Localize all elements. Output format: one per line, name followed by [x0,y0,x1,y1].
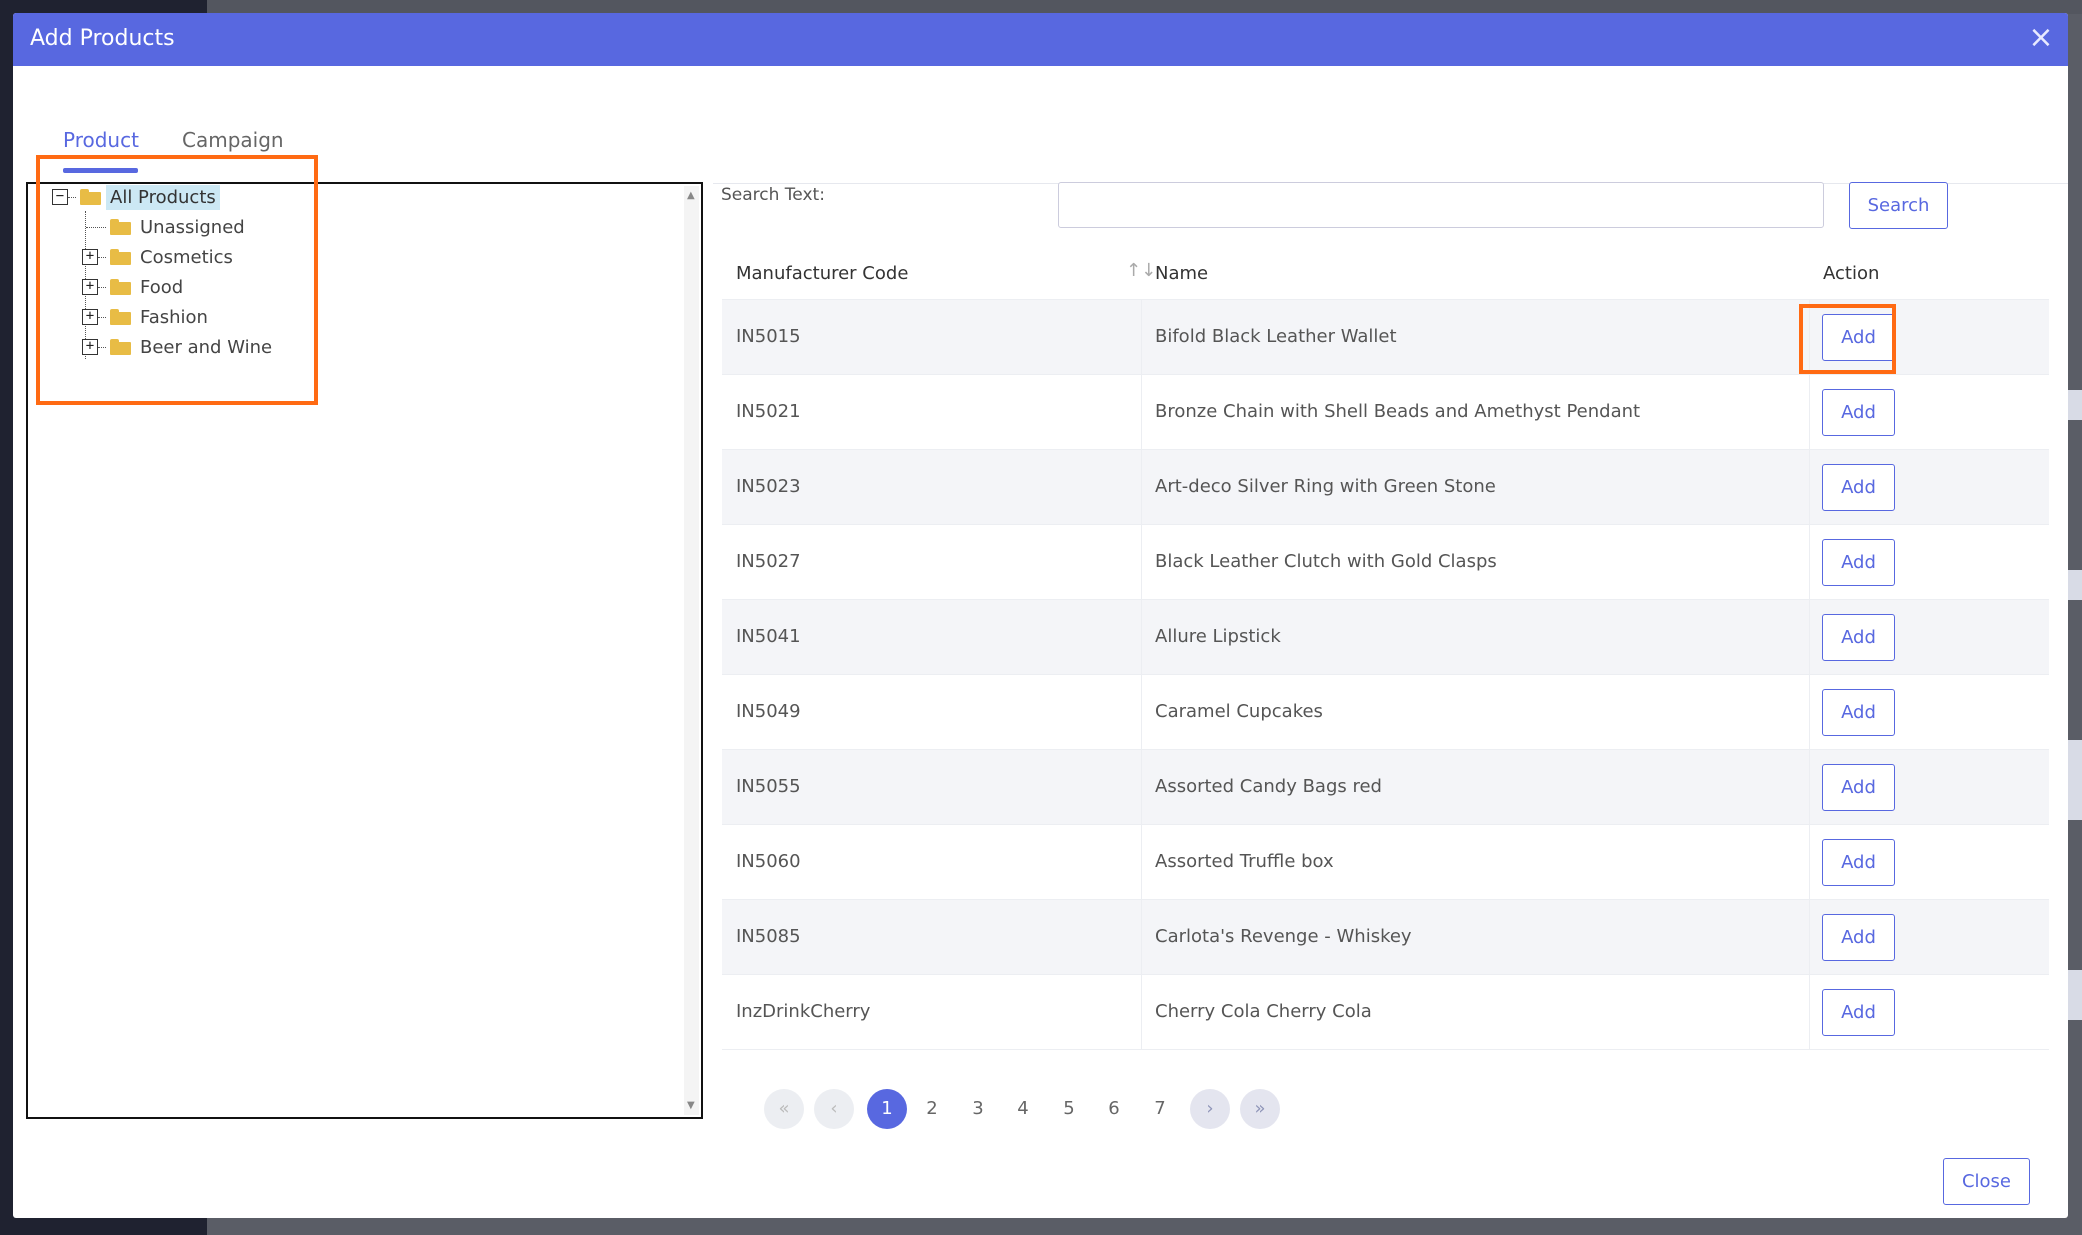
highlight-box-add-button [1799,304,1896,374]
add-products-modal: Add Products × Product Campaign − All Pr… [13,13,2068,1218]
cell-name: Assorted Candy Bags red [1155,776,1382,797]
column-header-name: Name [1155,263,1209,284]
add-button[interactable]: Add [1822,989,1895,1036]
table-row: InzDrinkCherry Cherry Cola Cherry Cola Add [722,975,2049,1050]
table-row: IN5049 Caramel Cupcakes Add [722,675,2049,750]
close-icon[interactable]: × [2028,23,2054,53]
column-divider [1141,750,1142,824]
cell-name: Bronze Chain with Shell Beads and Amethy… [1155,401,1641,422]
search-button[interactable]: Search [1849,182,1948,229]
modal-header: Add Products × [13,13,2068,66]
column-header-manufacturer-code[interactable]: Manufacturer Code [736,263,908,284]
tab-campaign[interactable]: Campaign [182,128,284,152]
first-page-icon[interactable]: « [764,1089,804,1129]
column-divider [1809,900,1810,974]
column-divider [1141,900,1142,974]
cell-manufacturer-code: IN5023 [736,476,801,497]
page-3-button[interactable]: 3 [958,1089,998,1129]
tree-scrollbar[interactable]: ▲ ▼ [684,186,699,1115]
table-row: IN5027 Black Leather Clutch with Gold Cla… [722,525,2049,600]
cell-name: Assorted Truffle box [1155,851,1334,872]
cell-manufacturer-code: IN5041 [736,626,801,647]
column-divider [1809,750,1810,824]
table-row: IN5085 Carlota's Revenge - Whiskey Add [722,900,2049,975]
column-divider [1141,300,1142,374]
search-input[interactable] [1058,182,1824,228]
page-5-button[interactable]: 5 [1049,1089,1089,1129]
cell-manufacturer-code: IN5021 [736,401,801,422]
background-topbar [207,0,2082,14]
column-divider [1141,525,1142,599]
column-divider [1141,450,1142,524]
cell-name: Black Leather Clutch with Gold Clasps [1155,551,1497,572]
cell-manufacturer-code: InzDrinkCherry [736,1001,871,1022]
table-row: IN5021 Bronze Chain with Shell Beads and … [722,375,2049,450]
column-divider [1809,825,1810,899]
add-button[interactable]: Add [1822,539,1895,586]
cell-name: Caramel Cupcakes [1155,701,1323,722]
column-divider [1809,375,1810,449]
search-label: Search Text: [721,185,825,205]
cell-manufacturer-code: IN5085 [736,926,801,947]
cell-name: Bifold Black Leather Wallet [1155,326,1397,347]
page-7-button[interactable]: 7 [1140,1089,1180,1129]
tab-product[interactable]: Product [63,128,139,152]
table-body: IN5015 Bifold Black Leather Wallet Add IN50… [722,300,2049,1050]
column-divider [1141,825,1142,899]
cell-manufacturer-code: IN5049 [736,701,801,722]
column-divider [1141,675,1142,749]
cell-name: Art-deco Silver Ring with Green Stone [1155,476,1496,497]
add-button[interactable]: Add [1822,389,1895,436]
page-6-button[interactable]: 6 [1094,1089,1134,1129]
scroll-up-icon[interactable]: ▲ [687,190,695,201]
column-divider [1809,975,1810,1049]
add-button[interactable]: Add [1822,689,1895,736]
tab-bar: Product Campaign [13,66,2068,184]
sort-icon[interactable]: ↑↓ [1126,260,1156,281]
close-button[interactable]: Close [1943,1158,2030,1205]
cell-manufacturer-code: IN5060 [736,851,801,872]
scroll-down-icon[interactable]: ▼ [687,1100,695,1111]
prev-page-icon[interactable]: ‹ [814,1089,854,1129]
add-button[interactable]: Add [1822,614,1895,661]
add-button[interactable]: Add [1822,914,1895,961]
table-header: Manufacturer Code ↑↓ Name Action [722,246,2049,300]
column-header-action: Action [1823,263,1880,284]
column-divider [1809,675,1810,749]
cell-name: Allure Lipstick [1155,626,1281,647]
page-1-button[interactable]: 1 [867,1089,907,1129]
column-divider [1809,450,1810,524]
add-button[interactable]: Add [1822,764,1895,811]
background-fragment [2068,970,2082,1020]
cell-manufacturer-code: IN5015 [736,326,801,347]
cell-name: Cherry Cola Cherry Cola [1155,1001,1372,1022]
add-button[interactable]: Add [1822,464,1895,511]
cell-manufacturer-code: IN5027 [736,551,801,572]
table-row: IN5023 Art-deco Silver Ring with Green St… [722,450,2049,525]
column-divider [1809,525,1810,599]
background-fragment [2068,740,2082,820]
add-button[interactable]: Add [1822,839,1895,886]
table-row: IN5055 Assorted Candy Bags red Add [722,750,2049,825]
table-row: IN5041 Allure Lipstick Add [722,600,2049,675]
column-divider [1141,600,1142,674]
column-divider [1809,600,1810,674]
cell-name: Carlota's Revenge - Whiskey [1155,926,1412,947]
background-fragment [2068,570,2082,600]
highlight-box-tree [36,155,318,405]
column-divider [1141,375,1142,449]
last-page-icon[interactable]: » [1240,1089,1280,1129]
table-row: IN5060 Assorted Truffle box Add [722,825,2049,900]
background-fragment [2068,390,2082,420]
column-divider [1141,975,1142,1049]
page-2-button[interactable]: 2 [912,1089,952,1129]
cell-manufacturer-code: IN5055 [736,776,801,797]
next-page-icon[interactable]: › [1190,1089,1230,1129]
modal-title: Add Products [30,26,175,51]
page-4-button[interactable]: 4 [1003,1089,1043,1129]
